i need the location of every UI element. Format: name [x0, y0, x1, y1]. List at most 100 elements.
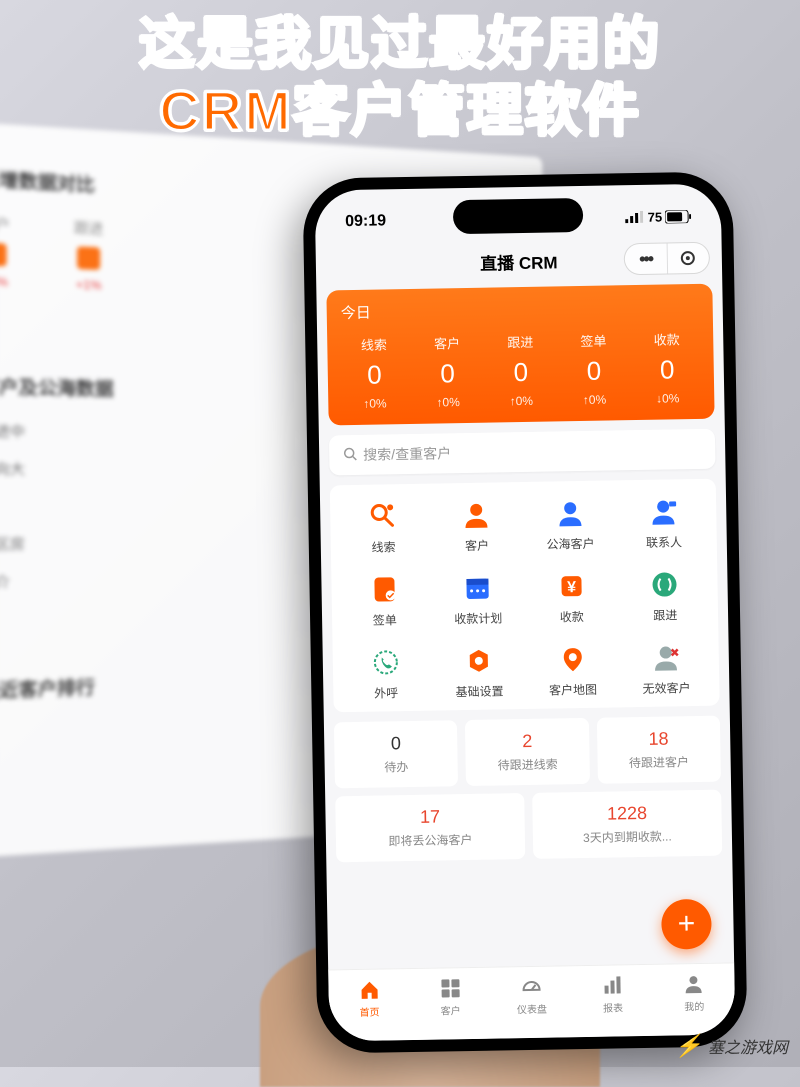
status-time: 09:19 — [345, 212, 386, 231]
task-label: 3天内到期收款... — [539, 827, 716, 847]
stat-trend: ↑0% — [485, 393, 558, 408]
grid-label: 公海客户 — [546, 535, 594, 553]
grid-item-contact[interactable]: 联系人 — [616, 495, 710, 552]
stat-col-2[interactable]: 跟进 0 ↑0% — [484, 331, 559, 408]
mini-menu-button[interactable]: ••• — [625, 243, 667, 274]
grid-label: 客户地图 — [549, 681, 597, 699]
stat-col-1[interactable]: 客户 0 ↑0% — [410, 333, 485, 410]
payment-plan-icon — [462, 572, 495, 605]
phone-screen: 09:19 75 直播 CRM ••• 今日 线索 0 ↑0% 客户 0 — [315, 184, 736, 1042]
stat-col-0[interactable]: 线索 0 ↑0% — [337, 334, 412, 411]
grid-label: 签单 — [373, 611, 397, 628]
task-value: 2 — [471, 730, 583, 753]
grid-item-lead[interactable]: 线索 — [336, 500, 430, 557]
mini-program-header: 直播 CRM ••• — [316, 236, 723, 287]
contract-icon — [368, 573, 401, 606]
search-input[interactable]: 搜索/查重客户 — [329, 429, 716, 476]
today-label: 今日 — [337, 296, 703, 323]
stat-value: 0 — [484, 356, 558, 388]
tab-label: 报表 — [603, 999, 623, 1014]
stat-label: 跟进 — [484, 331, 558, 351]
lead-icon — [367, 500, 400, 533]
tab-dashboard[interactable]: 仪表盘 — [491, 966, 573, 1024]
task-value: 17 — [341, 805, 518, 829]
payment-icon: ¥ — [555, 570, 588, 603]
tab-label: 仪表盘 — [517, 1000, 547, 1016]
tab-profile[interactable]: 我的 — [653, 963, 735, 1021]
grid-item-public-pool[interactable]: 公海客户 — [523, 496, 617, 553]
task-card-1[interactable]: 2 待跟进线索 — [465, 718, 589, 786]
add-fab-button[interactable]: + — [661, 899, 712, 950]
tab-label: 首页 — [359, 1003, 379, 1018]
task-value: 1228 — [538, 802, 715, 826]
grid-item-outbound[interactable]: 外呼 — [339, 646, 433, 703]
stat-trend: ↑0% — [338, 396, 411, 411]
bg-col-1: 跟进 +1% — [74, 217, 103, 292]
task-label: 待办 — [341, 757, 453, 776]
customers-icon — [439, 977, 461, 999]
signal-icon — [625, 211, 643, 223]
grid-label: 无效客户 — [642, 679, 690, 697]
grid-item-map[interactable]: 客户地图 — [526, 642, 620, 699]
stat-value: 0 — [630, 354, 704, 386]
grid-label: 基础设置 — [455, 682, 503, 700]
followup-icon — [649, 568, 682, 601]
stat-value: 0 — [411, 358, 485, 390]
task-card-3[interactable]: 17 即将丢公海客户 — [335, 793, 525, 862]
public-pool-icon — [554, 497, 587, 530]
mini-program-controls: ••• — [624, 242, 711, 275]
invalid-icon — [650, 641, 683, 674]
promo-overlay-text: 这是我见过最好用的 CRM客户管理软件 — [0, 10, 800, 144]
tab-home[interactable]: 首页 — [328, 969, 410, 1027]
bottom-tab-bar: 首页 客户 仪表盘 报表 我的 — [328, 962, 735, 1041]
task-card-0[interactable]: 0 待办 — [334, 720, 458, 788]
grid-label: 收款 — [560, 608, 584, 625]
stat-col-4[interactable]: 收款 0 ↓0% — [630, 329, 705, 406]
stat-label: 线索 — [337, 334, 411, 354]
grid-item-payment-plan[interactable]: 收款计划 — [431, 571, 525, 628]
bg-col-0: 客户 +0% — [0, 213, 10, 290]
grid-label: 跟进 — [653, 606, 677, 623]
search-placeholder: 搜索/查重客户 — [363, 443, 451, 465]
task-card-4[interactable]: 1228 3天内到期收款... — [532, 790, 722, 859]
tab-report[interactable]: 报表 — [572, 965, 654, 1023]
contact-icon — [647, 495, 680, 528]
task-label: 待跟进客户 — [603, 753, 715, 772]
search-icon — [343, 446, 357, 463]
grid-label: 联系人 — [646, 533, 682, 551]
home-icon — [358, 978, 380, 1000]
tab-customers[interactable]: 客户 — [409, 968, 491, 1026]
task-cards-row: 0 待办2 待跟进线索18 待跟进客户17 即将丢公海客户1228 3天内到期收… — [334, 716, 722, 863]
dashboard-icon — [520, 975, 542, 997]
grid-item-customer[interactable]: 客户 — [430, 498, 524, 555]
grid-label: 客户 — [465, 537, 489, 554]
tab-label: 我的 — [684, 997, 704, 1012]
task-label: 即将丢公海客户 — [342, 830, 519, 850]
stat-trend: ↓0% — [631, 391, 704, 406]
stat-col-3[interactable]: 签单 0 ↑0% — [557, 330, 632, 407]
profile-icon — [683, 972, 705, 994]
grid-item-payment[interactable]: ¥ 收款 — [524, 569, 618, 626]
grid-label: 收款计划 — [454, 609, 502, 627]
battery-icon: 75 — [648, 209, 692, 225]
grid-item-contract[interactable]: 签单 — [337, 573, 431, 630]
svg-text:¥: ¥ — [567, 579, 576, 596]
task-card-2[interactable]: 18 待跟进客户 — [597, 716, 721, 784]
stat-value: 0 — [557, 355, 631, 387]
notch — [453, 198, 584, 234]
map-icon — [556, 643, 589, 676]
grid-item-settings[interactable]: 基础设置 — [432, 644, 526, 701]
report-icon — [602, 974, 624, 996]
feature-grid-card: 线索 客户 公海客户 联系人 签单 收款计划 ¥ 收款 跟进 外呼 基础设置 客户… — [330, 479, 720, 713]
task-value: 18 — [603, 728, 715, 751]
phone-frame: 09:19 75 直播 CRM ••• 今日 线索 0 ↑0% 客户 0 — [302, 171, 747, 1053]
grid-item-invalid[interactable]: 无效客户 — [619, 641, 713, 698]
grid-label: 线索 — [371, 538, 395, 555]
mini-close-button[interactable] — [666, 243, 709, 274]
flame-icon: ⚡ — [675, 1033, 702, 1059]
task-label: 待跟进线索 — [472, 755, 584, 774]
tab-label: 客户 — [441, 1002, 461, 1017]
grid-item-followup[interactable]: 跟进 — [618, 568, 712, 625]
stat-label: 签单 — [557, 330, 631, 350]
outbound-icon — [369, 646, 402, 679]
